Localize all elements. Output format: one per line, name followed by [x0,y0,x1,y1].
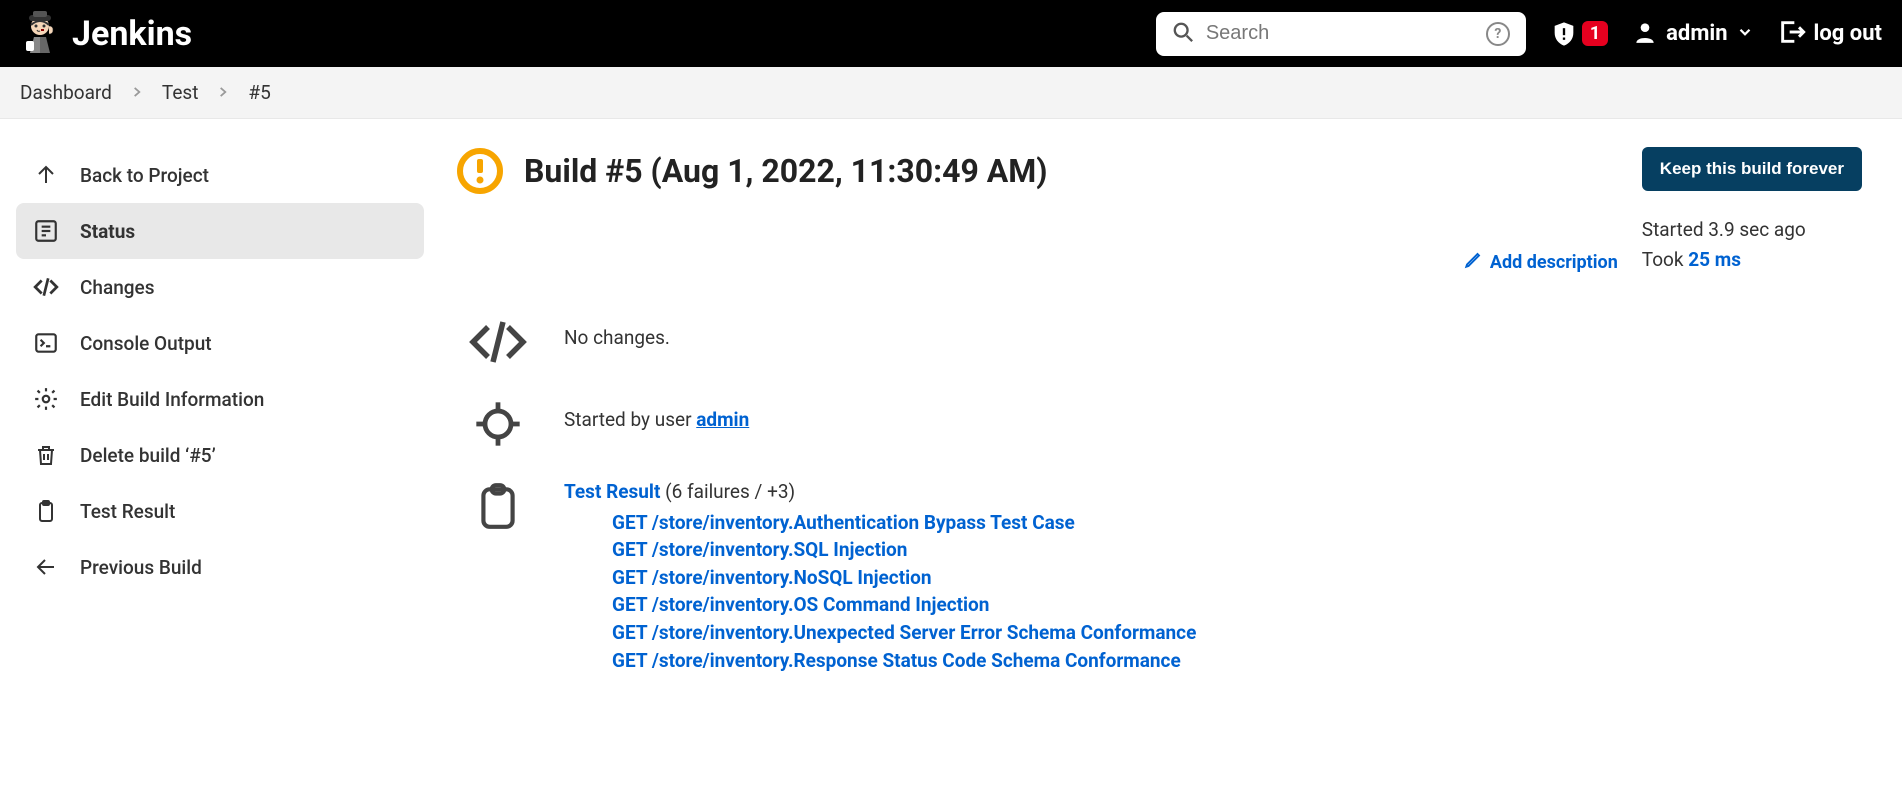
alert-group[interactable]: 1 [1550,20,1608,48]
breadcrumb-item[interactable]: #5 [248,81,270,104]
failure-link[interactable]: GET /store/inventory.NoSQL Injection [612,564,1862,592]
search-icon [1172,21,1194,47]
test-result-body: Test Result (6 failures / +3) GET /store… [564,476,1862,674]
user-menu[interactable]: admin [1632,19,1753,49]
clipboard-icon [32,497,60,525]
title-row: Build #5 (Aug 1, 2022, 11:30:49 AM) [456,147,1642,195]
started-by-prefix: Started by user [564,408,696,431]
sidebar-item-label: Edit Build Information [80,388,264,411]
sidebar-item-label: Delete build ‘#5’ [80,444,216,467]
test-result-summary: (6 failures / +3) [665,480,795,503]
meta-took: Took 25 ms [1642,245,1862,275]
user-icon [1632,19,1658,49]
failure-link[interactable]: GET /store/inventory.Unexpected Server E… [612,619,1862,647]
pencil-icon [1464,251,1482,274]
code-icon [32,273,60,301]
header-right: 1 admin log out [1550,18,1882,50]
build-status-unstable-icon [456,147,504,195]
sidebar-item-testresult[interactable]: Test Result [16,483,424,539]
failure-link[interactable]: GET /store/inventory.SQL Injection [612,536,1862,564]
sidebar-item-label: Back to Project [80,164,209,187]
failures-list: GET /store/inventory.Authentication Bypa… [612,509,1862,674]
add-description-button[interactable]: Add description [1464,251,1618,274]
header: Jenkins ? 1 [0,0,1902,67]
sidebar-item-label: Previous Build [80,556,202,579]
meta-started: Started 3.9 sec ago [1642,215,1862,245]
test-result-link[interactable]: Test Result [564,480,660,503]
header-logo[interactable]: Jenkins [20,11,192,56]
started-by-user-link[interactable]: admin [696,408,749,431]
started-by-text: Started by user admin [564,394,1862,431]
add-description-row: Add description [456,251,1642,274]
trash-icon [32,441,60,469]
test-result-row: Test Result (6 failures / +3) GET /store… [456,476,1862,674]
target-icon [468,394,528,454]
breadcrumb-item[interactable]: Test [162,81,199,104]
main-top: Build #5 (Aug 1, 2022, 11:30:49 AM) Add … [456,147,1862,276]
keep-build-button[interactable]: Keep this build forever [1642,147,1862,191]
meta-took-prefix: Took [1642,248,1688,271]
failure-link[interactable]: GET /store/inventory.OS Command Injectio… [612,591,1862,619]
sidebar-item-console[interactable]: Console Output [16,315,424,371]
clipboard-icon [468,476,528,536]
page-title: Build #5 (Aug 1, 2022, 11:30:49 AM) [524,152,1048,190]
sidebar-item-delete[interactable]: Delete build ‘#5’ [16,427,424,483]
arrow-up-icon [32,161,60,189]
code-icon [468,312,528,372]
alert-badge: 1 [1582,21,1608,46]
sidebar-item-label: Changes [80,276,155,299]
chevron-right-icon [130,81,144,104]
no-changes-text: No changes. [564,312,1862,349]
sidebar-item-label: Console Output [80,332,212,355]
sidebar-item-edit[interactable]: Edit Build Information [16,371,424,427]
breadcrumb-item[interactable]: Dashboard [20,81,112,104]
arrow-left-icon [32,553,60,581]
sidebar-item-back[interactable]: Back to Project [16,147,424,203]
search-input[interactable] [1206,22,1474,45]
logout-label: log out [1814,21,1882,46]
chevron-down-icon [1736,23,1754,45]
failure-link[interactable]: GET /store/inventory.Response Status Cod… [612,647,1862,675]
sidebar-item-label: Test Result [80,500,175,523]
sidebar: Back to Project Status Changes Console O… [0,119,440,736]
help-icon[interactable]: ? [1486,22,1510,46]
failure-link[interactable]: GET /store/inventory.Authentication Bypa… [612,509,1862,537]
shield-icon [1550,20,1578,48]
user-name-label: admin [1666,21,1727,46]
changes-row: No changes. [456,312,1862,372]
sidebar-item-changes[interactable]: Changes [16,259,424,315]
breadcrumb: Dashboard Test #5 [0,67,1902,119]
add-description-label: Add description [1490,252,1618,273]
main-right: Keep this build forever Started 3.9 sec … [1642,147,1862,276]
app-name: Jenkins [72,14,192,54]
terminal-icon [32,329,60,357]
main: Build #5 (Aug 1, 2022, 11:30:49 AM) Add … [440,119,1902,736]
build-meta: Started 3.9 sec ago Took 25 ms [1642,215,1862,276]
main-left: Build #5 (Aug 1, 2022, 11:30:49 AM) Add … [456,147,1642,274]
jenkins-logo-icon [20,11,60,56]
cause-row: Started by user admin [456,394,1862,454]
sidebar-item-status[interactable]: Status [16,203,424,259]
layout: Back to Project Status Changes Console O… [0,119,1902,736]
content-rows: No changes. Started by user admin Test R… [456,312,1862,674]
status-icon [32,217,60,245]
meta-took-link[interactable]: 25 ms [1688,248,1741,271]
gear-icon [32,385,60,413]
sidebar-item-label: Status [80,220,135,243]
logout-icon [1778,18,1806,50]
sidebar-item-previous[interactable]: Previous Build [16,539,424,595]
logout-button[interactable]: log out [1778,18,1882,50]
search-box[interactable]: ? [1156,12,1526,56]
chevron-right-icon [216,81,230,104]
